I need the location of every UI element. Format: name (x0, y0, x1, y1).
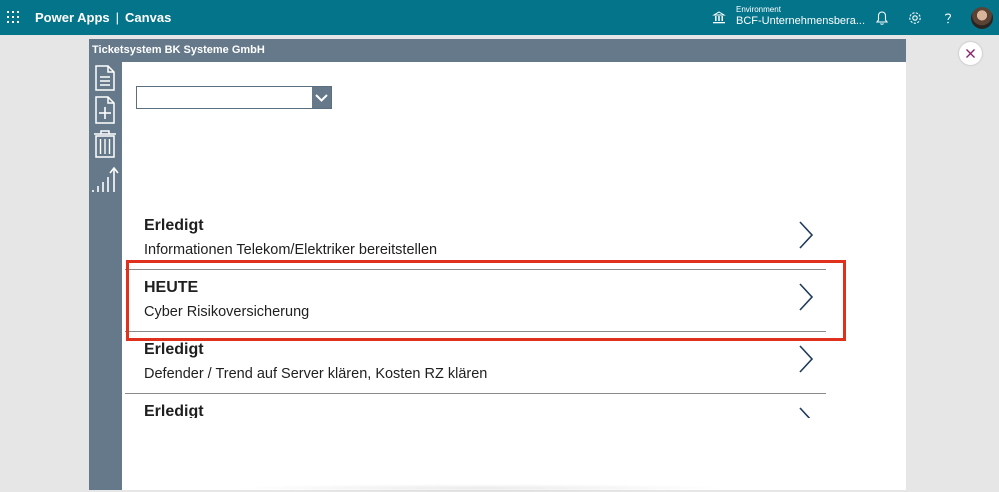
chevron-right-icon[interactable] (797, 220, 815, 250)
app-header-title: Ticketsystem BK Systeme GmbH (92, 44, 265, 56)
top-bar: Power Apps | Canvas Environment BCF-Untern… (0, 0, 999, 35)
chevron-right-icon[interactable] (797, 406, 815, 418)
item-status: Erledigt (144, 403, 204, 418)
highlight-box (126, 260, 846, 341)
environment-icon (712, 11, 726, 24)
close-button[interactable] (959, 42, 982, 65)
product-name: Power Apps (35, 10, 110, 25)
filter-dropdown[interactable] (136, 86, 332, 109)
help-icon[interactable] (939, 9, 957, 27)
environment-label: Environment (736, 5, 781, 14)
chevron-down-icon (315, 94, 328, 102)
dropdown-chevron[interactable] (312, 87, 331, 108)
close-icon (966, 49, 975, 58)
list-item[interactable]: Erledigt Defender / Trend auf Server klä… (125, 332, 826, 394)
item-title: Defender / Trend auf Server klären, Kost… (144, 366, 488, 382)
gear-icon[interactable] (906, 9, 924, 27)
list-item[interactable]: Erledigt (125, 394, 826, 418)
chevron-right-icon[interactable] (797, 344, 815, 374)
sidebar (89, 62, 122, 490)
app-header: Ticketsystem BK Systeme GmbH (89, 39, 906, 62)
document-icon[interactable] (91, 64, 119, 92)
item-status: Erledigt (144, 341, 204, 358)
title-separator: | (115, 10, 120, 25)
avatar[interactable] (971, 7, 993, 29)
bell-icon[interactable] (873, 9, 891, 27)
app-title[interactable]: Power Apps | Canvas (35, 10, 171, 25)
mode-name: Canvas (125, 10, 172, 25)
add-document-icon[interactable] (91, 95, 119, 125)
chart-icon[interactable] (91, 166, 121, 194)
app-launcher-icon[interactable] (7, 11, 19, 23)
bottom-shadow (230, 484, 730, 492)
environment-value: BCF-Unternehmensbera... (736, 15, 865, 27)
item-title: Informationen Telekom/Elektriker bereits… (144, 242, 438, 258)
item-status: Erledigt (144, 217, 204, 234)
trash-icon[interactable] (91, 129, 119, 159)
